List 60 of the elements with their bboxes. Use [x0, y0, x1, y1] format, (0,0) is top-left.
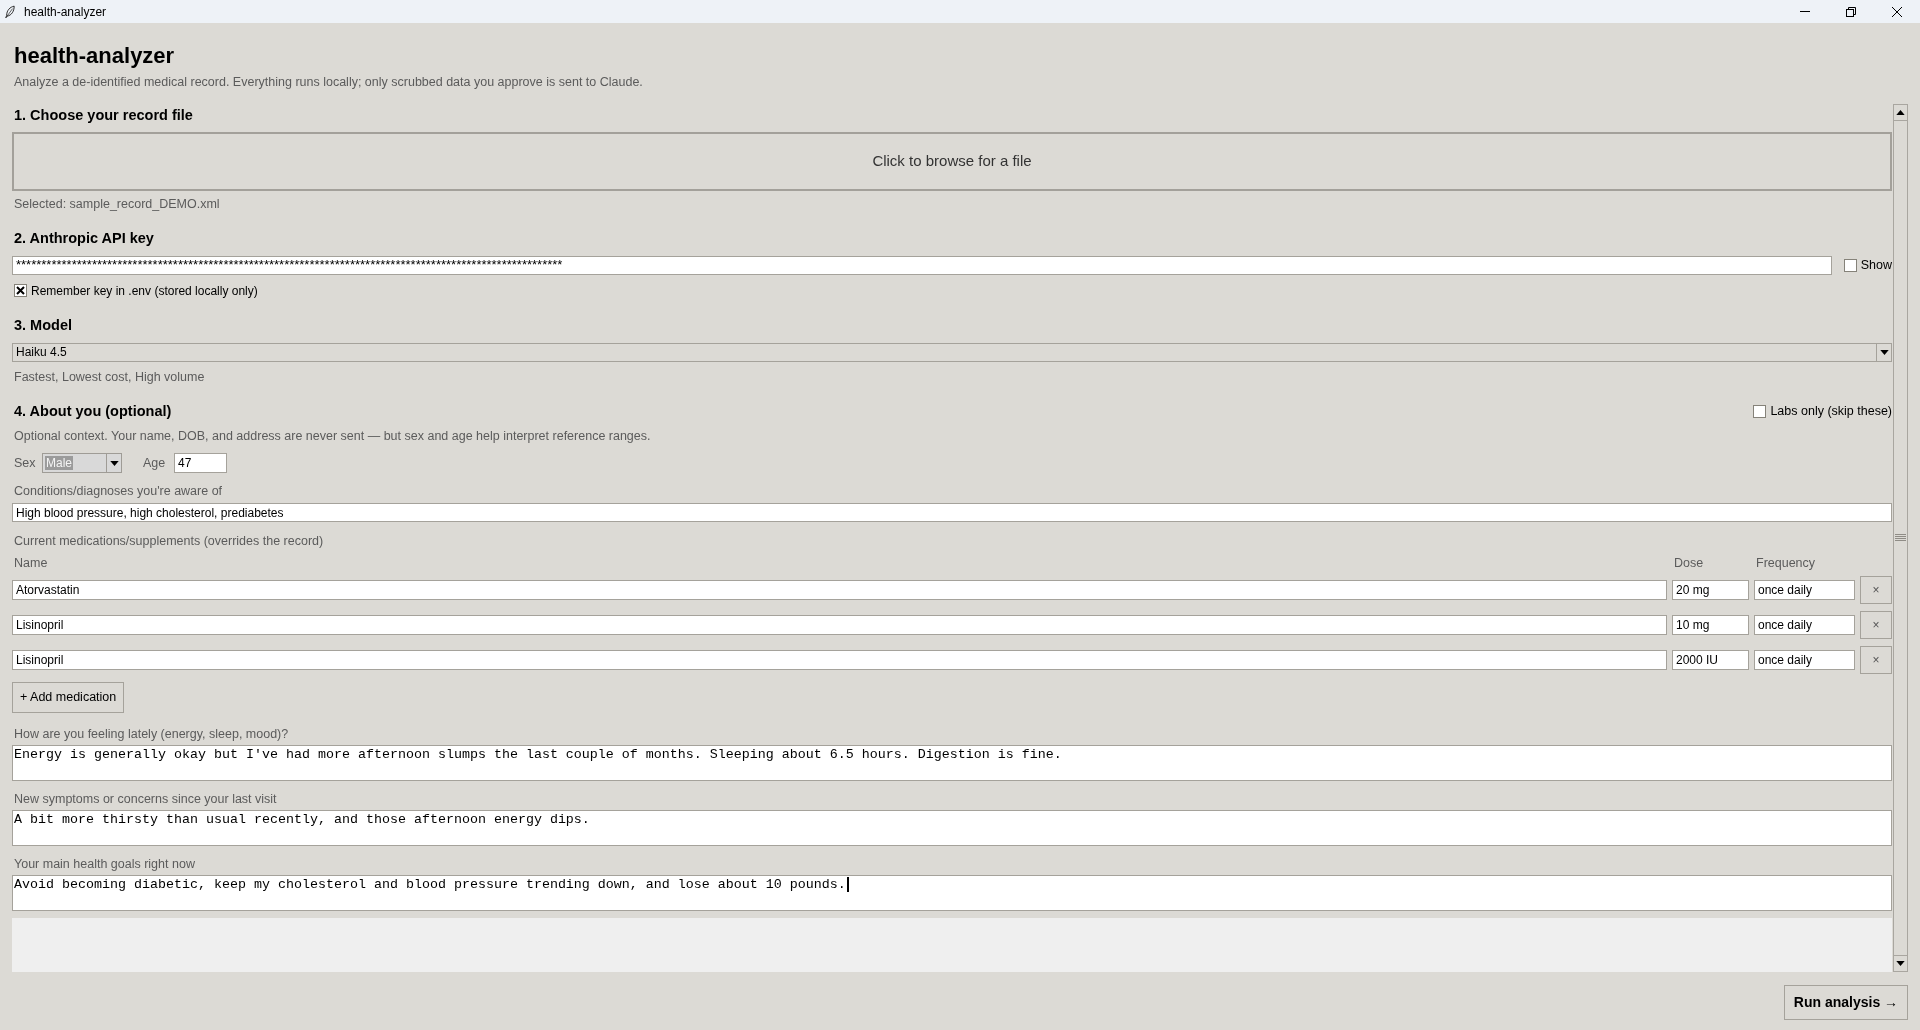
- frequency-field[interactable]: once daily: [1754, 615, 1855, 636]
- window-title: health-analyzer: [24, 3, 107, 21]
- sex-label: Sex: [13, 455, 37, 473]
- browse-file-button[interactable]: Click to browse for a file: [12, 131, 1892, 191]
- dose-field[interactable]: 20 mg: [1672, 580, 1749, 601]
- model-description: Fastest, Lowest cost, High volume: [13, 369, 206, 387]
- answer-box[interactable]: Energy is generally okay but I've had more afternoon slumps the last couple of months. Sleeping about 6.5 hours. Digestion is fine.: [12, 745, 1892, 782]
- medication-name-field[interactable]: Lisinopril: [12, 650, 1667, 671]
- column-header: Dose: [1673, 554, 1705, 572]
- medication-name-field[interactable]: Lisinopril: [12, 615, 1667, 636]
- remove-medication-button[interactable]: ×: [1860, 611, 1892, 640]
- minimize-icon: [1800, 11, 1810, 12]
- conditions-field[interactable]: High blood pressure, high cholesterol, prediabetes: [12, 503, 1892, 523]
- caret-down-icon: [1876, 343, 1891, 361]
- x-mark-icon: [16, 286, 25, 296]
- scrollbar[interactable]: [1893, 104, 1908, 972]
- triangle-up-icon: [1896, 110, 1905, 115]
- question-label: New symptoms or concerns since your last visit: [13, 790, 278, 808]
- selected-file-text: Selected: sample_record_DEMO.xml: [13, 196, 221, 214]
- show-key-label: Show: [1860, 256, 1892, 274]
- api-key-field[interactable]: ************************************************************************************************************: [12, 255, 1832, 275]
- column-header: Frequency: [1755, 554, 1817, 572]
- model-dropdown[interactable]: Haiku 4.5: [12, 342, 1892, 362]
- age-field[interactable]: 47: [174, 453, 227, 474]
- sex-value: Male: [45, 455, 75, 473]
- remember-key-checkbox[interactable]: [14, 284, 27, 298]
- dose-field[interactable]: 10 mg: [1672, 615, 1749, 636]
- close-icon: [1892, 6, 1902, 17]
- add-medication-button[interactable]: + Add medication: [12, 682, 125, 714]
- caret-down-icon: [106, 454, 121, 473]
- restore-icon: [1846, 6, 1856, 17]
- answer-box[interactable]: A bit more thirsty than usual recently, and those afternoon energy dips.: [12, 810, 1892, 847]
- section-heading: 4. About you (optional): [13, 401, 173, 421]
- remember-key-label: Remember key in .env (stored locally only): [31, 282, 258, 300]
- frequency-field[interactable]: once daily: [1754, 650, 1855, 671]
- privacy-note: Optional context. Your name, DOB, and address are never sent — but sex and age help interpret reference ranges.: [13, 428, 652, 446]
- remove-medication-button[interactable]: ×: [1860, 646, 1892, 675]
- section-heading: 1. Choose your record file: [13, 106, 194, 126]
- dose-field[interactable]: 2000 IU: [1672, 650, 1749, 671]
- medication-name-field[interactable]: Atorvastatin: [12, 580, 1667, 601]
- column-header: Name: [13, 554, 49, 572]
- app-subtitle: Analyze a de-identified medical record. Everything runs locally; only scrubbed data you approve is sent to Claude.: [14, 73, 644, 91]
- section-heading: 2. Anthropic API key: [13, 228, 155, 248]
- app-title: health-analyzer: [14, 42, 176, 68]
- run-analysis-button[interactable]: Run analysis →: [1784, 985, 1908, 1020]
- frequency-field[interactable]: once daily: [1754, 580, 1855, 601]
- show-key-checkbox[interactable]: [1843, 258, 1857, 272]
- labs-only-checkbox[interactable]: [1753, 405, 1767, 419]
- feather-icon: [5, 4, 15, 19]
- medications-label: Current medications/supplements (overrides the record): [13, 532, 325, 550]
- remove-medication-button[interactable]: ×: [1860, 576, 1892, 605]
- question-label: Your main health goals right now: [13, 855, 196, 873]
- answer-box[interactable]: Avoid becoming diabetic, keep my cholesterol and blood pressure trending down, and lose about 10 pounds.: [12, 875, 1892, 912]
- age-label: Age: [143, 455, 167, 473]
- section-heading: 3. Model: [13, 315, 73, 335]
- question-label: How are you feeling lately (energy, sleep, mood)?: [13, 725, 290, 743]
- triangle-down-icon: [1896, 961, 1905, 966]
- grip-icon: [1895, 534, 1906, 542]
- conditions-label: Conditions/diagnoses you're aware of: [13, 482, 224, 500]
- labs-only-label: Labs only (skip these): [1770, 403, 1892, 421]
